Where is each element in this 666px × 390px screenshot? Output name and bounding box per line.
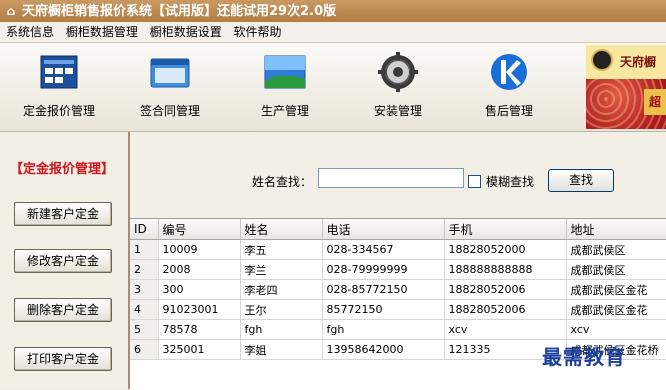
cell-mobile: 18828052006 xyxy=(444,279,567,300)
cell-phone: fgh xyxy=(322,319,445,340)
toolbar-label: 安装管理 xyxy=(373,104,422,118)
table-header-row: ID 编号 姓名 电话 手机 地址 xyxy=(130,219,666,240)
cell-number: 91023001 xyxy=(158,299,241,320)
gear-icon xyxy=(378,52,418,92)
toolbar-label: 签合同管理 xyxy=(139,104,200,118)
column-header-id[interactable]: ID xyxy=(130,219,159,240)
search-button[interactable]: 查找 xyxy=(548,169,614,192)
cell-phone: 85772150 xyxy=(322,299,445,320)
cell-address: 成都武侯区金花 xyxy=(566,279,666,300)
toolbar-contract-button[interactable]: 签合同管理 xyxy=(115,49,225,127)
cell-address: 成都武侯区 xyxy=(566,239,666,260)
watermark: 最需教育 xyxy=(542,345,626,369)
column-header-name[interactable]: 姓名 xyxy=(240,219,323,240)
new-customer-deposit-button[interactable]: 新建客户定金 xyxy=(14,202,112,226)
delete-customer-deposit-button[interactable]: 删除客户定金 xyxy=(14,298,112,322)
toolbar: 定金报价管理 签合同管理 生产管理 安装管理 售后管理 xyxy=(0,43,666,132)
name-search-label: 姓名查找： xyxy=(252,175,313,189)
table-row[interactable]: 5 78578 fgh fgh xcv xcv xyxy=(130,319,666,340)
cell-id: 5 xyxy=(130,319,159,340)
print-customer-deposit-button[interactable]: 打印客户定金 xyxy=(14,347,112,371)
menu-cabinet-data-management[interactable]: 橱柜数据管理 xyxy=(66,25,138,39)
cell-mobile: 188888888888 xyxy=(444,259,567,280)
banner-tag: 超 xyxy=(644,89,666,115)
toolbar-deposit-quote-button[interactable]: 定金报价管理 xyxy=(4,49,114,127)
toolbar-installation-button[interactable]: 安装管理 xyxy=(343,49,453,127)
toolbar-production-button[interactable]: 生产管理 xyxy=(230,49,340,127)
cell-id: 4 xyxy=(130,299,159,320)
banner-text: 天府橱 xyxy=(620,55,657,69)
edit-customer-deposit-button[interactable]: 修改客户定金 xyxy=(14,249,112,273)
cell-number: 2008 xyxy=(158,259,241,280)
title-bar: ⌂ 天府橱柜销售报价系统【试用版】还能试用29次2.0版 xyxy=(0,0,666,22)
fuzzy-search-label: 模糊查找 xyxy=(486,175,535,189)
cell-name: 李老四 xyxy=(240,279,323,300)
cell-name: fgh xyxy=(240,319,323,340)
table-row[interactable]: 3 300 李老四 028-85772150 18828052006 成都武侯区… xyxy=(130,279,666,300)
toolbar-label: 定金报价管理 xyxy=(22,104,95,118)
cell-number: 78578 xyxy=(158,319,241,340)
toolbar-label: 生产管理 xyxy=(260,104,309,118)
cell-phone: 13958642000 xyxy=(322,339,445,360)
cell-name: 李五 xyxy=(240,239,323,260)
window-icon xyxy=(150,58,190,88)
cell-address: 成都武侯区 xyxy=(566,259,666,280)
cell-name: 李兰 xyxy=(240,259,323,280)
cell-number: 300 xyxy=(158,279,241,300)
landscape-icon xyxy=(264,55,306,89)
cell-id: 6 xyxy=(130,339,159,360)
name-search-input[interactable] xyxy=(318,168,464,188)
search-panel: 姓名查找： 模糊查找 查找 xyxy=(130,132,666,218)
table-row[interactable]: 1 10009 李五 028-334567 18828052000 成都武侯区 xyxy=(130,239,666,260)
k-logo-icon xyxy=(491,54,527,90)
menu-cabinet-data-settings[interactable]: 橱柜数据设置 xyxy=(150,25,222,39)
cell-mobile: 18828052006 xyxy=(444,299,567,320)
brand-logo xyxy=(591,49,613,71)
cell-id: 1 xyxy=(130,239,159,260)
column-header-mobile[interactable]: 手机 xyxy=(444,219,567,240)
cell-mobile: xcv xyxy=(444,319,567,340)
menu-system-info[interactable]: 系统信息 xyxy=(6,25,54,39)
sidebar: 【定金报价管理】 新建客户定金 修改客户定金 删除客户定金 打印客户定金 xyxy=(0,132,130,389)
column-header-address[interactable]: 地址 xyxy=(566,219,666,240)
advertisement-banner: 天府橱 超 xyxy=(586,45,666,129)
table-row[interactable]: 2 2008 李兰 028-79999999 188888888888 成都武侯… xyxy=(130,259,666,280)
report-icon xyxy=(40,55,78,89)
menu-software-help[interactable]: 软件帮助 xyxy=(234,25,282,39)
table-row[interactable]: 4 91023001 王尔 85772150 18828052006 成都武侯区… xyxy=(130,299,666,320)
toolbar-label: 售后管理 xyxy=(484,104,533,118)
cell-number: 325001 xyxy=(158,339,241,360)
cell-name: 王尔 xyxy=(240,299,323,320)
cell-address: 成都武侯区金花 xyxy=(566,299,666,320)
cell-phone: 028-85772150 xyxy=(322,279,445,300)
toolbar-after-sales-button[interactable]: 售后管理 xyxy=(454,49,564,127)
cell-phone: 028-79999999 xyxy=(322,259,445,280)
column-header-phone[interactable]: 电话 xyxy=(322,219,445,240)
menu-bar: 系统信息 橱柜数据管理 橱柜数据设置 软件帮助 xyxy=(0,22,666,43)
cell-phone: 028-334567 xyxy=(322,239,445,260)
cell-name: 李姐 xyxy=(240,339,323,360)
column-header-number[interactable]: 编号 xyxy=(158,219,241,240)
window-title: 天府橱柜销售报价系统【试用版】还能试用29次2.0版 xyxy=(22,4,337,19)
cell-address: xcv xyxy=(566,319,666,340)
sidebar-title: 【定金报价管理】 xyxy=(10,162,115,177)
fuzzy-search-checkbox[interactable]: 模糊查找 xyxy=(468,173,534,190)
cell-id: 2 xyxy=(130,259,159,280)
house-icon: ⌂ xyxy=(6,4,16,18)
cell-mobile: 18828052000 xyxy=(444,239,567,260)
checkbox-box[interactable] xyxy=(468,175,481,188)
cell-number: 10009 xyxy=(158,239,241,260)
cell-id: 3 xyxy=(130,279,159,300)
